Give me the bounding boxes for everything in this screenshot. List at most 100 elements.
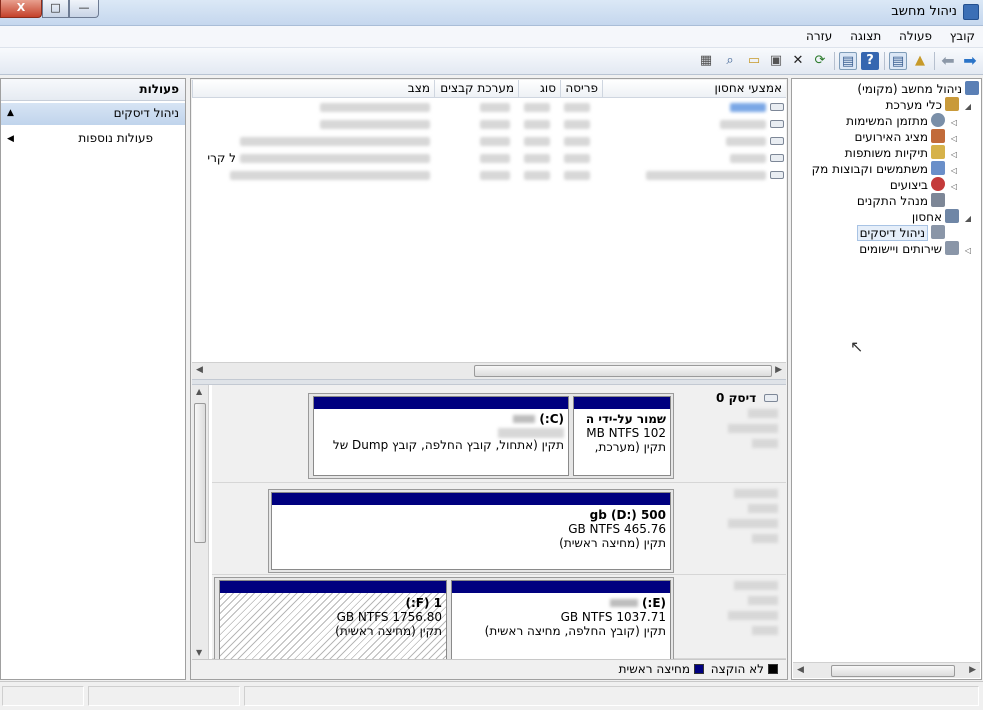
partition-d[interactable]: 500 gb (D:) 465.76 GB NTFS תקין (מחיצה ר… [271, 492, 671, 570]
collapse-triangle-icon[interactable]: ◢ [961, 211, 971, 227]
col-type[interactable]: סוג [518, 80, 560, 98]
col-layout[interactable]: פריסה [560, 80, 602, 98]
menu-help[interactable]: עזרה [800, 26, 838, 43]
scroll-thumb[interactable] [194, 403, 206, 543]
partition-status: תקין (מחיצה ראשית) [335, 624, 442, 638]
toolbar: ➡ ⬅ ▲ ▤ ? ▤ ⟳ ✕ ▣ ▭ ⌕ ▦ [0, 48, 983, 75]
tree-item-computer-management[interactable]: ניהול מחשב (מקומי) [857, 81, 979, 97]
col-filesystem[interactable]: מערכת קבצים [434, 80, 518, 98]
legend-primary: מחיצה ראשית [619, 662, 704, 676]
computer-management-icon [963, 4, 979, 20]
up-folder-icon[interactable]: ▲ [911, 52, 929, 70]
legend-label: מחיצה ראשית [618, 662, 690, 676]
table-row[interactable] [192, 99, 786, 116]
console-tree: ניהול מחשב (מקומי) ◢כלי מערכת ◁מתזמן המש… [791, 78, 982, 680]
properties-icon[interactable]: ▣ [767, 52, 785, 70]
collapse-arrow-icon[interactable]: ▲ [7, 108, 14, 118]
disk-0-title: דיסק 0 [716, 391, 757, 405]
action-group-disk-management[interactable]: ניהול דיסקים ▲ [1, 103, 185, 125]
back-arrow-icon[interactable]: ⬅ [939, 52, 957, 70]
expand-triangle-icon[interactable]: ◁ [947, 179, 957, 195]
clock-icon [931, 113, 945, 127]
scroll-left-icon[interactable]: ◀ [196, 365, 203, 375]
volume-list-scrollbar[interactable]: ◀ ▶ [192, 362, 786, 379]
menu-view[interactable]: תצוגה [844, 26, 887, 43]
graphical-scrollbar[interactable]: ▲ ▼ [192, 385, 209, 659]
show-tree-icon[interactable]: ▤ [889, 52, 907, 70]
tree-item-shared-folders[interactable]: ◁תיקיות משותפות [845, 145, 957, 161]
tools-icon [945, 97, 959, 111]
disk-0-partitions: שמור על-ידי ה 102 MB NTFS תקין (מערכת, (… [308, 393, 674, 479]
legend-swatch-unallocated [768, 664, 778, 674]
disk-1-label[interactable] [674, 483, 786, 574]
show-action-pane-icon[interactable]: ▤ [839, 52, 857, 70]
partition-e[interactable]: (E:) 1037.71 GB NTFS תקין (קובץ החלפה, מ… [451, 580, 671, 659]
legend-swatch-primary [694, 664, 704, 674]
actions-pane: פעולות ניהול דיסקים ▲ פעולות נוספות ◀ [0, 78, 186, 680]
disk-settings-icon[interactable]: ▦ [697, 52, 715, 70]
scroll-down-icon[interactable]: ▼ [196, 648, 202, 657]
tree-item-event-viewer[interactable]: ◁מציג האירועים [855, 129, 957, 145]
scroll-thumb[interactable] [831, 665, 955, 677]
scroll-left-icon[interactable]: ◀ [797, 665, 804, 675]
legend-label: לא הוקצה [710, 662, 764, 676]
expand-triangle-icon[interactable]: ◁ [961, 243, 971, 259]
more-actions[interactable]: פעולות נוספות ◀ [1, 129, 185, 149]
scroll-up-icon[interactable]: ▲ [196, 387, 202, 396]
tree-item-device-manager[interactable]: מנהל התקנים [857, 193, 945, 209]
table-row[interactable] [192, 116, 786, 133]
disk-icon [764, 394, 778, 402]
scroll-thumb[interactable] [474, 365, 772, 377]
collapse-triangle-icon[interactable]: ◢ [961, 99, 971, 115]
menu-action[interactable]: פעולה [893, 26, 938, 43]
help-icon[interactable]: ? [861, 52, 879, 70]
status-bar [0, 681, 983, 710]
partition-name: 500 gb (D:) [589, 508, 666, 522]
close-button[interactable]: X [0, 0, 42, 18]
tree-item-disk-management[interactable]: ניהול דיסקים [856, 225, 945, 241]
disk-management-icon [931, 225, 945, 239]
disk-1-row: 500 gb (D:) 465.76 GB NTFS תקין (מחיצה ר… [212, 483, 786, 575]
disk-2-label[interactable] [674, 575, 786, 658]
status-fragment: ל קרי [207, 151, 236, 165]
disk-0-label[interactable]: דיסק 0 [674, 385, 786, 482]
tree-item-services-applications[interactable]: ◁שירותים ויישומים [859, 241, 971, 257]
scroll-right-icon[interactable]: ▶ [775, 365, 782, 375]
event-viewer-icon [931, 129, 945, 143]
tree-scrollbar[interactable]: ◀ ▶ [793, 662, 980, 678]
partition-system-reserved[interactable]: שמור על-ידי ה 102 MB NTFS תקין (מערכת, [573, 396, 671, 476]
table-row[interactable]: ל קרי [192, 150, 786, 167]
col-status[interactable]: מצב [192, 80, 434, 98]
refresh-icon[interactable]: ⟳ [811, 52, 829, 70]
tree-item-storage[interactable]: ◢אחסון [912, 209, 971, 225]
partition-f[interactable]: 1 (F:) 1756.80 GB NTFS תקין (מחיצה ראשית… [219, 580, 447, 659]
open-folder-icon[interactable]: ▭ [745, 52, 763, 70]
disk-0-row: דיסק 0 שמור על-ידי ה 102 MB NTFS תקין (מ… [212, 385, 786, 483]
tree-item-task-scheduler[interactable]: ◁מתזמן המשימות [846, 113, 957, 129]
forward-arrow-icon[interactable]: ➡ [961, 52, 979, 70]
table-row[interactable] [192, 133, 786, 150]
volume-icon [770, 154, 784, 162]
tree-item-system-tools[interactable]: ◢כלי מערכת [886, 97, 971, 113]
tree-item-local-users[interactable]: ◁משתמשים וקבוצות מק [812, 161, 957, 177]
partition-c[interactable]: (C:) תקין (אתחול, קובץ החלפה, קובץ Dump … [313, 396, 569, 476]
table-row[interactable] [192, 167, 786, 184]
volume-icon [770, 103, 784, 111]
window-title: ניהול מחשב [891, 4, 957, 19]
status-panel [2, 686, 84, 706]
delete-icon[interactable]: ✕ [789, 52, 807, 70]
action-group-label: ניהול דיסקים [113, 106, 179, 120]
shared-folder-icon [931, 145, 945, 159]
scroll-right-icon[interactable]: ▶ [969, 665, 976, 675]
minimize-button[interactable]: — [69, 0, 99, 18]
volume-icon [770, 120, 784, 128]
maximize-button[interactable]: □ [42, 0, 69, 18]
search-icon[interactable]: ⌕ [721, 52, 739, 70]
partition-status: תקין (אתחול, קובץ החלפה, קובץ Dump של [332, 438, 564, 452]
col-volume[interactable]: אמצעי אחסון [602, 80, 786, 98]
partition-name: שמור על-ידי ה [585, 412, 666, 426]
status-panel [244, 686, 979, 706]
performance-icon [931, 177, 945, 191]
menu-file[interactable]: קובץ [944, 26, 981, 43]
tree-item-performance[interactable]: ◁ביצועים [890, 177, 957, 193]
